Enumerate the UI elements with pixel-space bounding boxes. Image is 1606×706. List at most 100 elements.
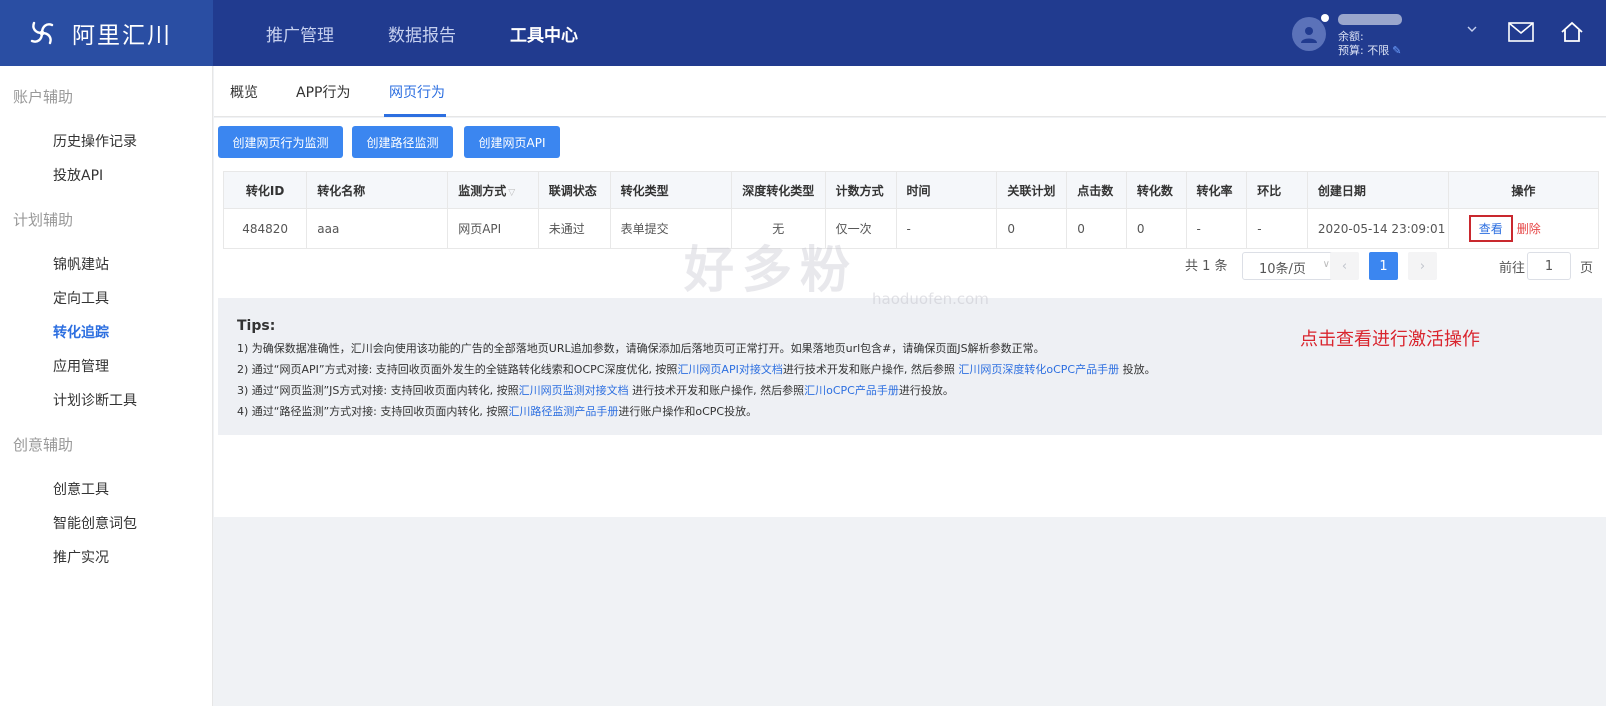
sidebar-item-api[interactable]: 投放API bbox=[53, 165, 103, 185]
content-panel: 创建网页行为监测 创建路径监测 创建网页API 转化ID 转化名称 监测方式 ▽ … bbox=[214, 118, 1606, 517]
goto-suffix: 页 bbox=[1580, 261, 1594, 276]
user-area[interactable]: 余额: 预算: 不限 ✎ bbox=[1292, 14, 1422, 58]
cell-deep-type: 无 bbox=[731, 208, 826, 249]
tip-line-3: 3) 通过“网页监测”JS方式对接: 支持回收页面内转化, 按照汇川网页监测对接… bbox=[237, 380, 1602, 401]
sidebar-group-account: 账户辅助 bbox=[13, 88, 74, 106]
col-header-conversions: 转化数 bbox=[1125, 171, 1187, 209]
tip-3-text-a: 3) 通过“网页监测”JS方式对接: 支持回收页面内转化, 按照 bbox=[237, 384, 519, 397]
main-area: 概览 APP行为 网页行为 创建网页行为监测 创建路径监测 创建网页API 转化… bbox=[214, 66, 1606, 706]
col-header-method[interactable]: 监测方式 ▽ bbox=[447, 171, 539, 209]
cell-mom: - bbox=[1246, 208, 1308, 249]
cell-clicks: 0 bbox=[1066, 208, 1127, 249]
filter-chevron-icon[interactable]: ▽ bbox=[508, 188, 515, 198]
tab-web-behavior[interactable]: 网页行为 bbox=[389, 82, 445, 102]
tab-bar: 概览 APP行为 网页行为 bbox=[214, 66, 1606, 117]
link-path-monitor-manual[interactable]: 汇川路径监测产品手册 bbox=[508, 405, 618, 418]
page-size-select[interactable]: 10条/页 ∨ bbox=[1242, 252, 1339, 280]
sidebar-item-site-builder[interactable]: 锦帆建站 bbox=[53, 254, 109, 274]
delete-button[interactable]: 删除 bbox=[1517, 222, 1541, 236]
sidebar-item-live-preview[interactable]: 推广实况 bbox=[53, 547, 109, 567]
next-page-button[interactable]: › bbox=[1408, 252, 1437, 280]
goto-label: 前往 bbox=[1499, 261, 1526, 276]
cell-plans: 0 bbox=[996, 208, 1068, 249]
topnav-reports[interactable]: 数据报告 bbox=[388, 21, 456, 46]
link-deep-ocpc-manual[interactable]: 汇川网页深度转化oCPC产品手册 bbox=[958, 363, 1119, 376]
link-ocpc-manual[interactable]: 汇川oCPC产品手册 bbox=[804, 384, 899, 397]
pagination-total: 共 1 条 bbox=[1185, 259, 1228, 274]
table-row: 484820 aaa 网页API 未通过 表单提交 无 仅一次 - 0 0 0 … bbox=[222, 208, 1600, 249]
chevron-down-icon[interactable] bbox=[1466, 23, 1478, 38]
budget-label: 预算: 不限 bbox=[1338, 44, 1390, 57]
col-header-status: 联调状态 bbox=[537, 171, 611, 209]
page-number-current[interactable]: 1 bbox=[1369, 252, 1398, 280]
cell-method: 网页API bbox=[447, 208, 539, 249]
view-button[interactable]: 查看 bbox=[1468, 215, 1513, 242]
chevron-down-icon: ∨ bbox=[1322, 259, 1330, 270]
mail-icon[interactable] bbox=[1508, 22, 1534, 45]
goto-page-input[interactable] bbox=[1527, 252, 1571, 280]
tip-3-text-c: 进行投放。 bbox=[898, 384, 954, 397]
page-size-value: 10条/页 bbox=[1259, 262, 1306, 277]
budget-text: 预算: 不限 ✎ bbox=[1338, 42, 1401, 58]
create-path-monitor-button[interactable]: 创建路径监测 bbox=[352, 126, 453, 158]
notification-dot bbox=[1321, 14, 1329, 22]
sidebar-item-conversion-tracking[interactable]: 转化追踪 bbox=[53, 322, 109, 342]
tip-2-text-c: 投放。 bbox=[1119, 363, 1156, 376]
cell-status: 未通过 bbox=[537, 208, 611, 249]
table-header-row: 转化ID 转化名称 监测方式 ▽ 联调状态 转化类型 深度转化类型 计数方式 时间… bbox=[222, 171, 1600, 209]
cell-created: 2020-05-14 23:09:01 bbox=[1306, 208, 1449, 249]
cell-count: 仅一次 bbox=[824, 208, 897, 249]
cell-type: 表单提交 bbox=[609, 208, 733, 249]
sidebar-item-creative-tools[interactable]: 创意工具 bbox=[53, 479, 109, 499]
link-web-api-doc[interactable]: 汇川网页API对接文档 bbox=[677, 363, 782, 376]
brand-name: 阿里汇川 bbox=[72, 23, 172, 49]
link-web-monitor-doc[interactable]: 汇川网页监测对接文档 bbox=[519, 384, 629, 397]
brand[interactable]: 阿里汇川 bbox=[0, 0, 213, 66]
tip-4-text-a: 4) 通过“路径监测”方式对接: 支持回收页面内转化, 按照 bbox=[237, 405, 509, 418]
cell-rate: - bbox=[1185, 208, 1248, 249]
topnav-promotion[interactable]: 推广管理 bbox=[266, 21, 334, 46]
avatar[interactable] bbox=[1292, 17, 1326, 51]
sidebar-item-targeting[interactable]: 定向工具 bbox=[53, 288, 109, 308]
col-header-count: 计数方式 bbox=[824, 171, 897, 209]
brand-logo-icon bbox=[26, 17, 58, 49]
tip-line-4: 4) 通过“路径监测”方式对接: 支持回收页面内转化, 按照汇川路径监测产品手册… bbox=[237, 401, 1602, 422]
create-web-api-button[interactable]: 创建网页API bbox=[464, 126, 560, 158]
tip-2-text-a: 2) 通过“网页API”方式对接: 支持回收页面外发生的全链路转化线索和OCPC… bbox=[237, 363, 678, 376]
home-icon[interactable] bbox=[1560, 20, 1584, 47]
cell-actions: 查看 删除 bbox=[1447, 208, 1600, 249]
edit-icon[interactable]: ✎ bbox=[1392, 44, 1401, 57]
tab-app-behavior[interactable]: APP行为 bbox=[296, 82, 350, 102]
col-header-type: 转化类型 bbox=[609, 171, 733, 209]
tip-4-text-b: 进行账户操作和oCPC投放。 bbox=[618, 405, 758, 418]
create-web-monitor-button[interactable]: 创建网页行为监测 bbox=[218, 126, 343, 158]
col-header-rate: 转化率 bbox=[1185, 171, 1248, 209]
tab-active-indicator bbox=[384, 114, 446, 117]
col-header-created: 创建日期 bbox=[1306, 171, 1449, 209]
col-header-time: 时间 bbox=[895, 171, 998, 209]
cell-id: 484820 bbox=[222, 208, 308, 249]
prev-page-button[interactable]: ‹ bbox=[1330, 252, 1359, 280]
conversion-table: 转化ID 转化名称 监测方式 ▽ 联调状态 转化类型 深度转化类型 计数方式 时间… bbox=[222, 171, 1600, 249]
red-annotation: 点击查看进行激活操作 bbox=[1300, 329, 1480, 350]
tip-2-text-b: 进行技术开发和账户操作, 然后参照 bbox=[782, 363, 959, 376]
sidebar: 账户辅助 历史操作记录 投放API 计划辅助 锦帆建站 定向工具 转化追踪 应用… bbox=[0, 66, 213, 706]
sidebar-item-diagnosis[interactable]: 计划诊断工具 bbox=[53, 390, 137, 410]
col-header-method-label: 监测方式 bbox=[458, 183, 507, 198]
topnav-tools[interactable]: 工具中心 bbox=[510, 21, 578, 46]
cell-time: - bbox=[895, 208, 998, 249]
user-icon bbox=[1301, 27, 1317, 43]
tab-overview[interactable]: 概览 bbox=[230, 82, 258, 102]
username-redacted bbox=[1338, 14, 1402, 25]
sidebar-item-smart-wordpack[interactable]: 智能创意词包 bbox=[53, 513, 137, 533]
sidebar-item-history[interactable]: 历史操作记录 bbox=[53, 131, 137, 151]
sidebar-group-creative: 创意辅助 bbox=[13, 436, 74, 454]
tips-panel: Tips: 1) 为确保数据准确性，汇川会向使用该功能的广告的全部落地页URL追… bbox=[218, 298, 1602, 435]
tip-3-text-b: 进行技术开发和账户操作, 然后参照 bbox=[628, 384, 805, 397]
col-header-name: 转化名称 bbox=[306, 171, 449, 209]
col-header-id: 转化ID bbox=[222, 171, 308, 209]
sidebar-item-app-management[interactable]: 应用管理 bbox=[53, 356, 109, 376]
cell-name: aaa bbox=[306, 208, 449, 249]
col-header-deep-type: 深度转化类型 bbox=[731, 171, 826, 209]
col-header-mom: 环比 bbox=[1246, 171, 1308, 209]
